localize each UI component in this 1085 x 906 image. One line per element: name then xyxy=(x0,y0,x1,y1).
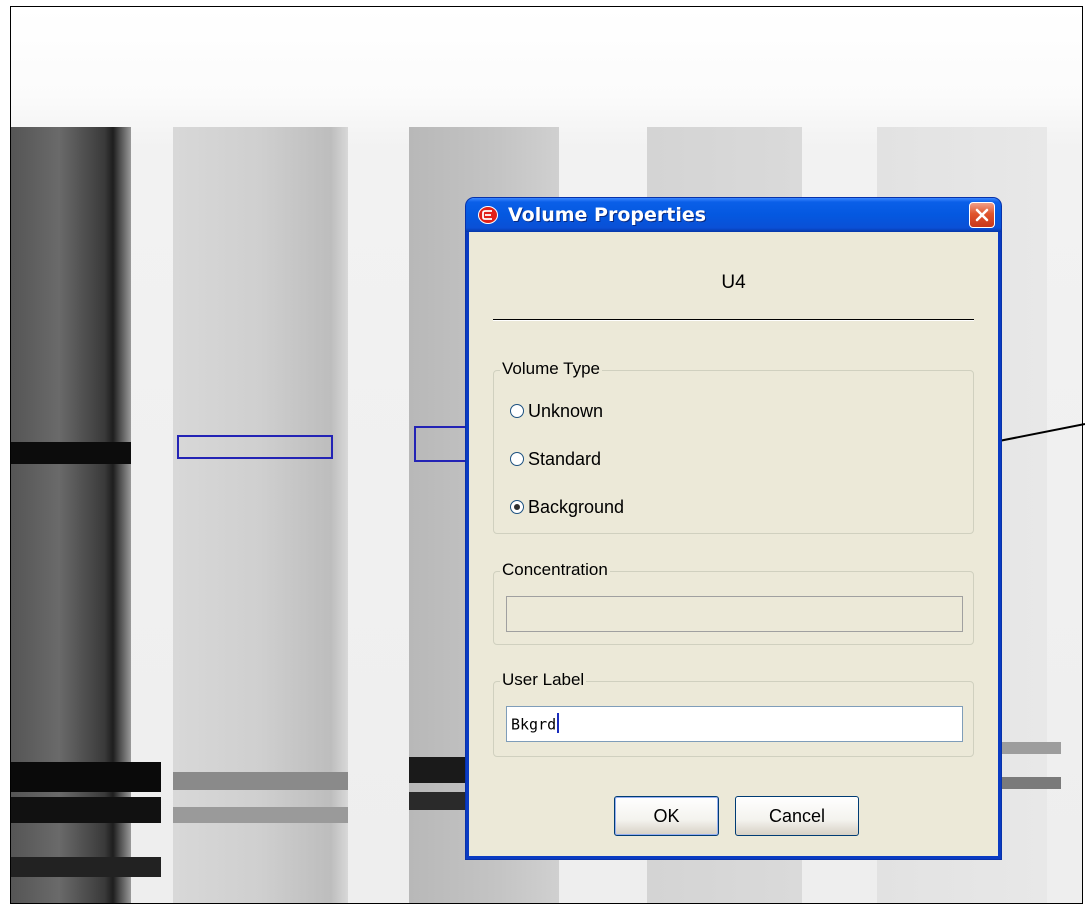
volume-type-group: Volume Type Unknown Standard Background xyxy=(493,359,974,534)
user-label-group: User Label Bkgrd xyxy=(493,670,974,757)
radio-button-icon[interactable] xyxy=(510,404,524,419)
text-cursor-icon xyxy=(557,713,560,733)
user-label-field[interactable]: Bkgrd xyxy=(506,706,963,742)
concentration-group: Concentration xyxy=(493,560,974,645)
radio-button-icon[interactable] xyxy=(510,452,524,467)
close-button[interactable] xyxy=(969,202,995,228)
divider xyxy=(493,319,974,321)
volume-type-legend: Volume Type xyxy=(500,359,602,379)
app-icon xyxy=(478,206,498,224)
user-label-legend: User Label xyxy=(500,670,587,690)
dialog-title: Volume Properties xyxy=(508,204,707,226)
concentration-legend: Concentration xyxy=(500,560,610,580)
dialog-titlebar[interactable]: Volume Properties xyxy=(466,198,1001,232)
radio-background[interactable]: Background xyxy=(510,497,624,518)
radio-unknown[interactable]: Unknown xyxy=(510,401,603,422)
close-icon xyxy=(975,208,989,222)
radio-button-selected-icon[interactable] xyxy=(510,500,524,515)
radio-standard[interactable]: Standard xyxy=(510,449,601,470)
radio-label: Unknown xyxy=(528,401,604,421)
volume-properties-dialog: Volume Properties U4 Volume Type Unknown… xyxy=(466,198,1001,859)
ok-button[interactable]: OK xyxy=(614,796,719,836)
volume-name: U4 xyxy=(721,272,746,293)
radio-label: Standard xyxy=(528,449,602,469)
concentration-field[interactable] xyxy=(506,596,963,632)
cancel-button[interactable]: Cancel xyxy=(735,796,859,836)
radio-label: Background xyxy=(528,497,625,517)
user-label-value: Bkgrd xyxy=(511,715,557,734)
